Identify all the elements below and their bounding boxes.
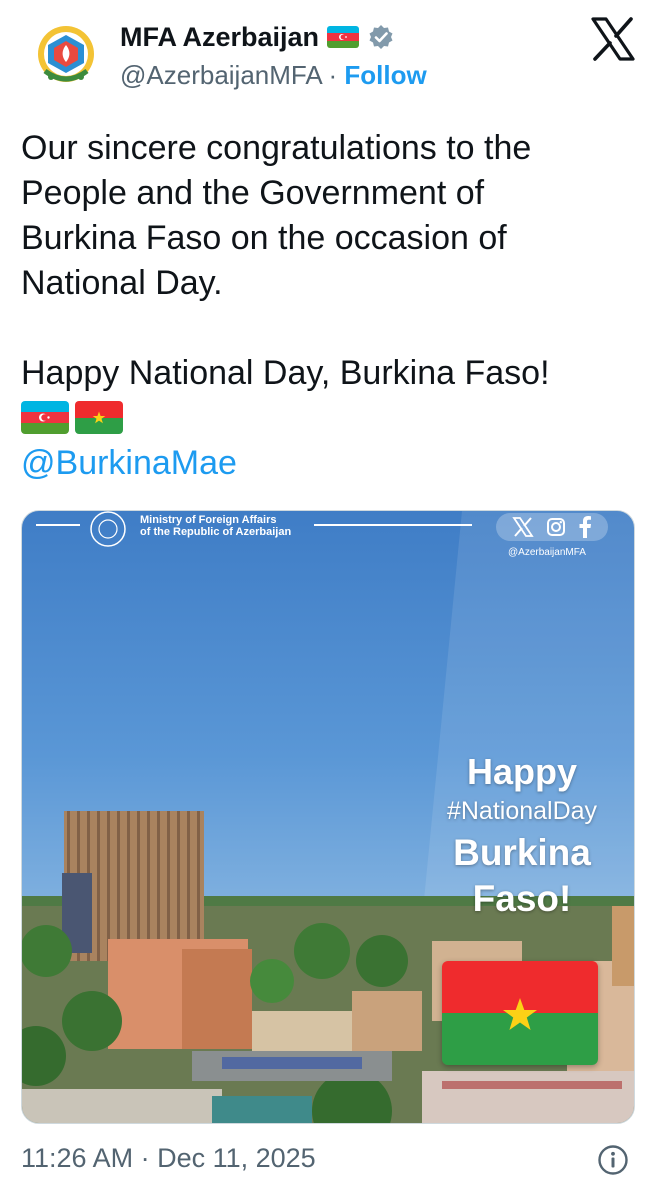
overlay-happy: Happy	[466, 751, 578, 792]
handle-separator: ·	[328, 60, 338, 90]
tweet-line: National Day.	[21, 264, 223, 302]
tweet-line: People and the Government of	[21, 174, 485, 212]
social-handle: @AzerbaijanMFA	[508, 547, 586, 558]
overlay-faso: Faso!	[472, 878, 572, 919]
tweet-line: Our sincere congratulations to the	[21, 129, 532, 167]
x-logo-icon	[512, 517, 534, 537]
ministry-line-2: of the Republic of Azerbaijan	[140, 526, 292, 538]
verified-badge-icon	[369, 25, 393, 49]
follow-button[interactable]: Follow	[344, 60, 426, 90]
tweet-text: Our sincere congratulations to the Peopl…	[21, 126, 631, 396]
greeting-overlay: Happy #NationalDay Burkina Faso!	[422, 751, 622, 920]
ministry-label: Ministry of Foreign Affairs of the Repub…	[140, 514, 291, 538]
tweet-line: Burkina Faso on the occasion of	[21, 219, 507, 257]
burkina-faso-flag-icon	[442, 961, 598, 1065]
flag-emojis	[21, 401, 123, 434]
azerbaijan-emblem-icon	[38, 26, 94, 82]
author-handle-row: @AzerbaijanMFA · Follow	[120, 60, 427, 91]
facebook-icon	[579, 516, 591, 538]
overlay-hashtag: #NationalDay	[446, 797, 598, 825]
author-name-row: MFA Azerbaijan	[120, 20, 395, 54]
x-logo-icon[interactable]	[590, 16, 636, 62]
info-icon[interactable]	[597, 1144, 629, 1176]
ministry-line-1: Ministry of Foreign Affairs	[140, 514, 277, 526]
mention-link[interactable]: @BurkinaMae	[21, 444, 237, 483]
author-display-name[interactable]: MFA Azerbaijan	[120, 22, 319, 53]
tweet-media-image[interactable]: Ministry of Foreign Affairs of the Repub…	[21, 510, 635, 1124]
tweet-timestamp[interactable]: 11:26 AM · Dec 11, 2025	[21, 1143, 316, 1174]
instagram-icon	[547, 518, 565, 536]
tweet-greeting: Happy National Day, Burkina Faso!	[21, 354, 550, 392]
overlay-burkina: Burkina	[453, 832, 591, 873]
azerbaijan-flag-icon	[21, 401, 69, 434]
social-icons	[496, 513, 608, 541]
burkina-faso-flag-icon	[75, 401, 123, 434]
avatar[interactable]	[22, 12, 110, 100]
azerbaijan-flag-icon	[327, 26, 360, 48]
author-handle[interactable]: @AzerbaijanMFA	[120, 60, 321, 90]
